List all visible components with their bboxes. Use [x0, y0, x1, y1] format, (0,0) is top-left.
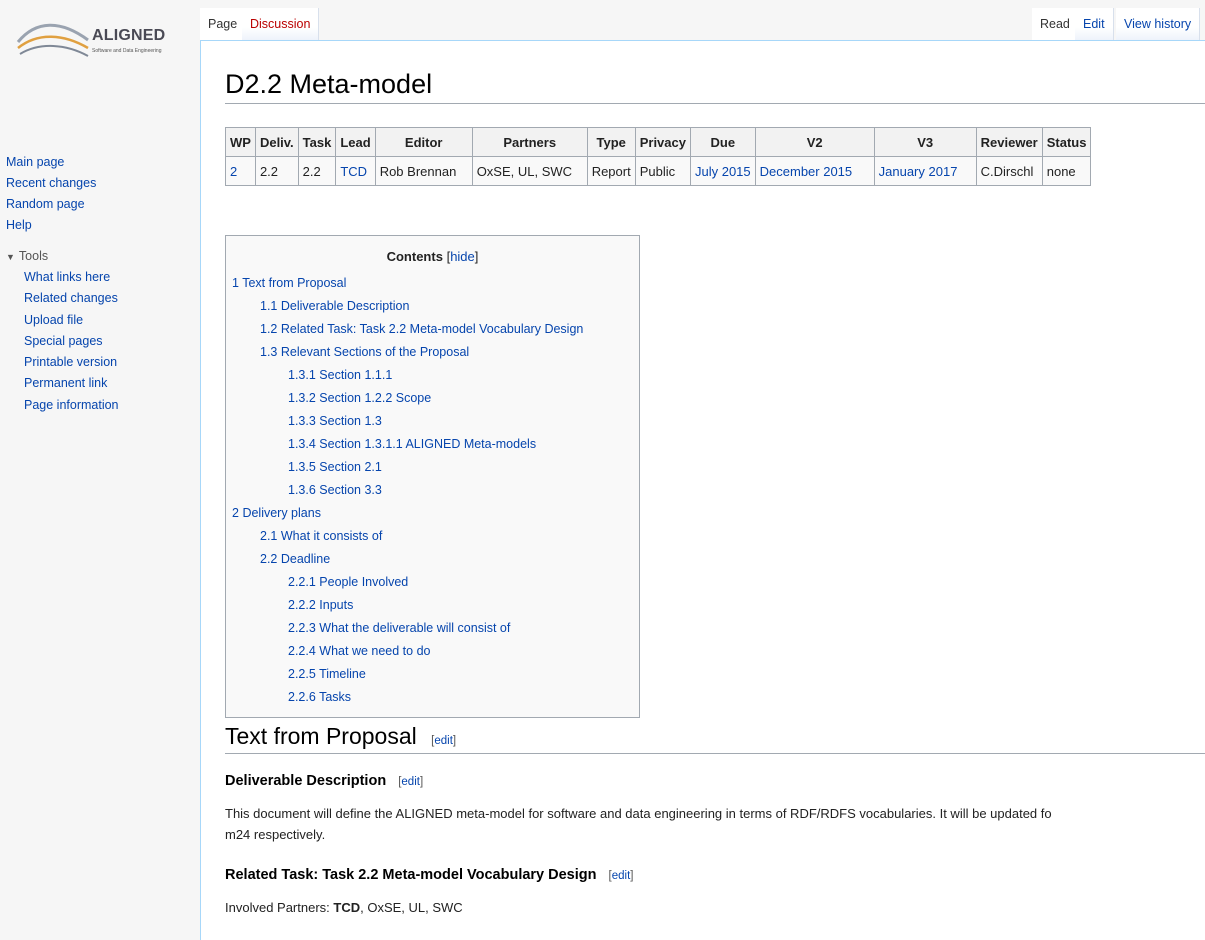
- table-header: Privacy: [634, 127, 691, 157]
- tools-item-upload-file[interactable]: Upload file: [24, 310, 119, 331]
- sidebar-tools: ▼ Tools What links here Related changes U…: [6, 246, 119, 416]
- toc-title: Contents [hide]: [226, 249, 639, 265]
- toc-hide-link[interactable]: hide: [450, 249, 475, 264]
- toc-item[interactable]: 2 Delivery plans: [232, 506, 321, 520]
- cell-deliv: 2.2: [254, 156, 299, 186]
- toc-item[interactable]: 2.2.4 What we need to do: [288, 644, 430, 658]
- cell-partners: OxSE, UL, SWC: [471, 156, 588, 186]
- toc-item[interactable]: 2.2 Deadline: [260, 552, 330, 566]
- toc-hide-toggle[interactable]: [hide]: [447, 249, 479, 264]
- deliverable-description-text: This document will define the ALIGNED me…: [225, 806, 1052, 842]
- site-logo[interactable]: ALIGNED Software and Data Engineering: [16, 12, 176, 62]
- toc-item[interactable]: 1.3.2 Section 1.2.2 Scope: [288, 391, 431, 405]
- logo-brand: ALIGNED: [92, 27, 166, 44]
- table-header-row: WP Deliv. Task Lead Editor Partners Type…: [225, 127, 1092, 157]
- toc-item[interactable]: 1.3.4 Section 1.3.1.1 ALIGNED Meta-model…: [288, 437, 536, 451]
- subsection-heading-related-task: Related Task: Task 2.2 Meta-model Vocabu…: [225, 867, 633, 883]
- section-divider: [225, 753, 1205, 754]
- triangle-down-icon: ▼: [6, 252, 15, 262]
- toc-item[interactable]: 2.1 What it consists of: [260, 529, 382, 543]
- table-header: Lead: [335, 127, 376, 157]
- cell-wp-link[interactable]: 2: [225, 156, 256, 186]
- lead-partner: TCD: [333, 900, 361, 915]
- cell-v3-link[interactable]: January 2017: [873, 156, 977, 186]
- toc-item[interactable]: 2.2.2 Inputs: [288, 598, 353, 612]
- tools-item-printable-version[interactable]: Printable version: [24, 352, 119, 373]
- sidebar-navigation: Main page Recent changes Random page Hel…: [6, 152, 96, 236]
- cell-reviewer: C.Dirschl: [975, 156, 1043, 186]
- subsection-title: Related Task: Task 2.2 Meta-model Vocabu…: [225, 867, 597, 883]
- toc-item[interactable]: 2.2.3 What the deliverable will consist …: [288, 621, 510, 635]
- toc-item[interactable]: 1.2 Related Task: Task 2.2 Meta-model Vo…: [260, 322, 583, 336]
- involved-partners-text: Involved Partners: TCD, OxSE, UL, SWC: [225, 900, 463, 915]
- edit-section-link[interactable]: [edit]: [609, 870, 634, 882]
- table-of-contents: Contents [hide] 1 Text from Proposal 1.1…: [225, 235, 640, 718]
- tab-edit[interactable]: Edit: [1075, 8, 1114, 40]
- tools-item-permanent-link[interactable]: Permanent link: [24, 373, 119, 394]
- section-heading-text-from-proposal: Text from Proposal [edit]: [225, 723, 456, 750]
- deliverable-info-table: WP Deliv. Task Lead Editor Partners Type…: [225, 127, 1092, 186]
- tools-item-related-changes[interactable]: Related changes: [24, 288, 119, 309]
- tools-label: Tools: [18, 249, 49, 263]
- cell-type: Report: [586, 156, 636, 186]
- toc-item[interactable]: 2.2.5 Timeline: [288, 667, 366, 681]
- toc-item[interactable]: 1.3.3 Section 1.3: [288, 414, 382, 428]
- tab-read[interactable]: Read: [1032, 8, 1079, 40]
- table-header: Partners: [471, 127, 588, 157]
- toc-item[interactable]: 1.3.5 Section 2.1: [288, 460, 382, 474]
- cell-lead-link[interactable]: TCD: [335, 156, 376, 186]
- toc-heading: Contents: [386, 249, 443, 264]
- toc-item[interactable]: 1.1 Deliverable Description: [260, 299, 409, 313]
- tab-discussion[interactable]: Discussion: [242, 8, 320, 40]
- sidebar-item-help[interactable]: Help: [6, 215, 96, 236]
- tools-item-special-pages[interactable]: Special pages: [24, 331, 119, 352]
- page-title: D2.2 Meta-model: [225, 69, 433, 99]
- subsection-title: Deliverable Description: [225, 773, 387, 789]
- table-header: Reviewer: [975, 127, 1043, 157]
- toc-item[interactable]: 1.3.1 Section 1.1.1: [288, 368, 392, 382]
- table-header: Editor: [374, 127, 473, 157]
- sidebar-item-main-page[interactable]: Main page: [6, 152, 96, 173]
- title-divider: [225, 103, 1205, 104]
- tab-bar: Page Discussion Read Edit View history: [200, 8, 1205, 40]
- toc-item[interactable]: 2.2.1 People Involved: [288, 575, 408, 589]
- toc-item[interactable]: 1.3.6 Section 3.3: [288, 483, 382, 497]
- tools-toggle[interactable]: ▼ Tools: [6, 246, 119, 267]
- main-content: D2.2 Meta-model WP Deliv. Task Lead Edit…: [200, 40, 1205, 940]
- section-title: Text from Proposal: [225, 723, 417, 749]
- tab-view-history[interactable]: View history: [1116, 8, 1201, 40]
- table-header: WP: [225, 127, 256, 157]
- sidebar-item-random-page[interactable]: Random page: [6, 194, 96, 215]
- tab-page[interactable]: Page: [200, 8, 247, 40]
- table-header: V2: [754, 127, 875, 157]
- logo-tagline: Software and Data Engineering: [92, 48, 162, 54]
- toc-item[interactable]: 1 Text from Proposal: [232, 276, 346, 290]
- table-header: V3: [873, 127, 977, 157]
- table-header: Task: [297, 127, 337, 157]
- cell-due-link[interactable]: July 2015: [689, 156, 756, 186]
- edit-section-link[interactable]: [edit]: [398, 776, 423, 788]
- table-row: 2 2.2 2.2 TCD Rob Brennan OxSE, UL, SWC …: [225, 156, 1092, 186]
- table-header: Deliv.: [254, 127, 299, 157]
- table-header: Due: [689, 127, 756, 157]
- tools-item-page-information[interactable]: Page information: [24, 395, 119, 416]
- table-header: Type: [586, 127, 636, 157]
- cell-status: none: [1041, 156, 1092, 186]
- toc-item[interactable]: 1.3 Relevant Sections of the Proposal: [260, 345, 469, 359]
- cell-task: 2.2: [297, 156, 337, 186]
- cell-v2-link[interactable]: December 2015: [754, 156, 875, 186]
- toc-item[interactable]: 2.2.6 Tasks: [288, 690, 351, 704]
- edit-section-link[interactable]: [edit]: [431, 735, 456, 747]
- tools-item-what-links-here[interactable]: What links here: [24, 267, 119, 288]
- table-header: Status: [1041, 127, 1092, 157]
- toc-list: 1 Text from Proposal 1.1 Deliverable Des…: [232, 272, 639, 709]
- cell-privacy: Public: [634, 156, 691, 186]
- subsection-heading-deliverable-description: Deliverable Description [edit]: [225, 773, 423, 789]
- sidebar-item-recent-changes[interactable]: Recent changes: [6, 173, 96, 194]
- logo-swoosh-icon: [16, 23, 89, 57]
- cell-editor: Rob Brennan: [374, 156, 473, 186]
